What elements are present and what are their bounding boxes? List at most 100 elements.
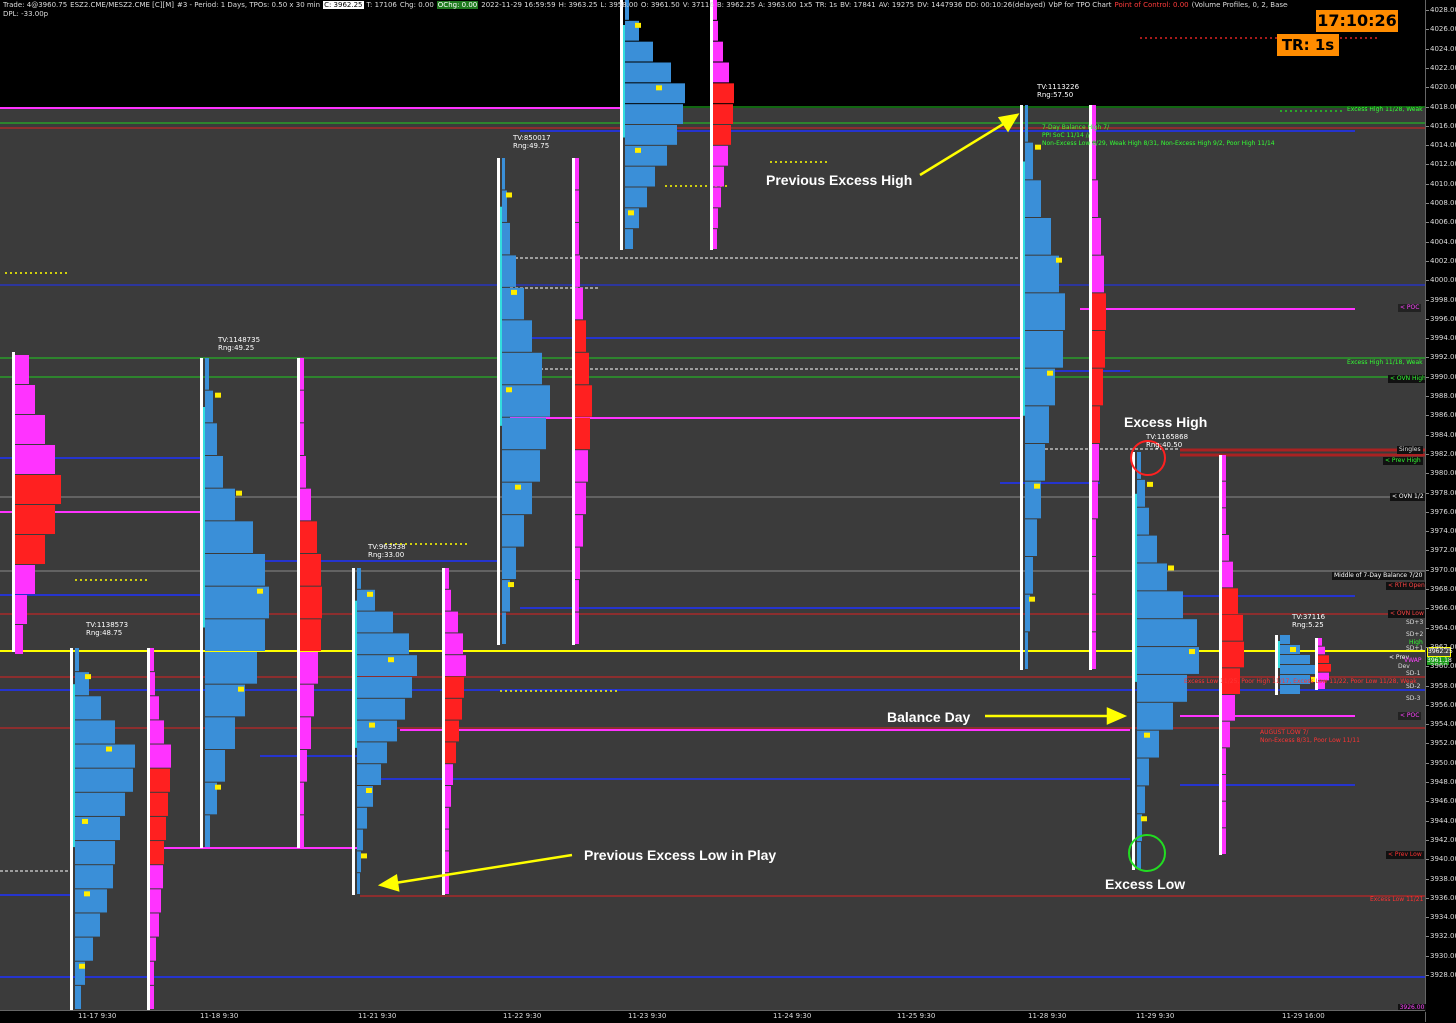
price-tick-label: 3944.00 [1430,816,1456,825]
label-sd3: SD+3 [1406,619,1424,626]
header-field: H: 3963.25 [558,1,598,9]
time-tick-label: 11-29 16:00 [1282,1012,1325,1020]
profile-stats-1129-evening: TV:37116 Rng:5.25 [1292,613,1326,629]
price-tick-label: 3994.00 [1430,334,1456,343]
tpo-chart-window: Trade: 4@3960.75 ESZ2.CME/MESZ2.CME [C][M… [0,0,1456,1023]
label-sd1: SD+1 [1406,645,1424,652]
time-tick-label: 11-22 9:30 [503,1012,542,1020]
price-tick-label: 3980.00 [1430,469,1456,478]
time-tick-label: 11-24 9:30 [773,1012,812,1020]
price-tick-label: 4002.00 [1430,256,1456,265]
price-tick-label: 3998.00 [1430,295,1456,304]
header-field: BV: 17841 [840,1,876,9]
label-middle-balance: Middle of 7-Day Balance 7/20 [1332,572,1425,580]
header-field: T: 17106 [366,1,397,9]
price-tick-label: 4004.00 [1430,237,1456,246]
label-excess-high-1128: Excess High 11/28, Weak [1347,106,1423,113]
price-tick-label: 3950.00 [1430,758,1456,767]
price-axis[interactable]: 3962.25 3961.18 3926.00 4028.004026.0040… [1398,0,1456,1022]
price-tick-label: 3932.00 [1430,932,1456,941]
label-ovn-high: < OVN High [1388,375,1428,383]
excess-low-annotation: Excess Low [1105,876,1186,892]
excess-high-annotation: Excess High [1124,414,1208,430]
header-field: Chg: 0.00 [399,1,434,9]
header-field: 1x5 [799,1,813,9]
profile-stats-1118: TV:1148735 Rng:49.25 [218,336,261,352]
label-excess-low-line: Excess Low 11/25, Poor High 11/17, Exces… [1184,678,1417,685]
time-tick-label: 11-21 9:30 [358,1012,397,1020]
time-tick-label: 11-17 9:30 [78,1012,117,1020]
time-tick-label: 11-18 9:30 [200,1012,239,1020]
price-tick-label: 4026.00 [1430,25,1456,34]
price-tick-label: 3956.00 [1430,700,1456,709]
chart-header: Trade: 4@3960.75 ESZ2.CME/MESZ2.CME [C][M… [3,1,1288,10]
price-tick-label: 3962.00 [1430,642,1456,651]
header-field: B: 3962.25 [716,1,756,9]
profile-axis [620,0,623,250]
price-tick-label: 4010.00 [1430,179,1456,188]
header-field: DD: 00:10:26(delayed) [965,1,1046,9]
profile-axis [200,358,203,848]
price-tick-label: 3986.00 [1430,411,1456,420]
price-tick-label: 3952.00 [1430,739,1456,748]
price-tick-label: 4016.00 [1430,121,1456,130]
label-august-low: AUGUST LOW 7/ [1260,729,1309,736]
header-field: L: 3958.00 [600,1,638,9]
open-change-badge: OChg: 0.00 [436,1,479,9]
price-tick-label: 3948.00 [1430,778,1456,786]
previous-excess-high-annotation: Previous Excess High [766,172,913,188]
label-prev-low: < Prev Low [1386,851,1424,859]
price-tick-label: 3990.00 [1430,372,1456,381]
profile-stats-1129: TV:1165868 Rng:40.50 [1146,433,1189,449]
price-tick-label: 4000.00 [1430,276,1456,285]
price-tick-label: 3992.00 [1430,353,1456,362]
price-tick-label: 3954.00 [1430,720,1456,729]
label-non-excess-2: Non-Excess 8/31, Poor Low 11/11 [1260,737,1360,744]
header-field: VbP for TPO Chart [1048,1,1112,9]
label-sdm3: SD-3 [1406,695,1421,702]
profile-axis [497,158,500,645]
price-tick-label: 4024.00 [1430,44,1456,53]
label-ppi-soc: PPI SoC 11/14 // [1042,132,1090,139]
price-tick-label: 3928.00 [1430,971,1456,979]
time-tick-label: 11-29 9:30 [1136,1012,1175,1020]
label-singles: Singles [1397,446,1423,454]
price-tick-label: 4006.00 [1430,218,1456,227]
header-field: Point of Control: 0.00 [1114,1,1189,9]
header-field: AV: 19275 [878,1,915,9]
profile-axis [1132,452,1135,870]
price-tick-label: 3978.00 [1430,488,1456,497]
time-axis[interactable]: 11-17 9:30 11-18 9:30 11-21 9:30 11-22 9:30… [0,1010,1425,1023]
price-tick-label: 3930.00 [1430,951,1456,960]
header-field: ESZ2.CME/MESZ2.CME [C][M] [70,1,175,9]
label-non-excess: Non-Excess Low 8/29, Weak High 8/31, Non… [1042,140,1275,147]
label-balance-high: 7-Day Balance High 7/ [1042,124,1110,131]
header-field: 2022-11-29 16:59:59 [481,1,556,9]
price-tick-label: 3964.00 [1430,623,1456,632]
header-field: #3 - Period: 1 Days, TPOs: 0.50 x 30 min [177,1,321,9]
price-tick-label: 4028.00 [1430,6,1456,14]
profile-axis [1275,635,1278,695]
header-field: O: 3961.50 [640,1,680,9]
profile-stats-1122: TV:850017 Rng:49.75 [513,134,551,150]
clock-badge: 17:10:26 [1316,10,1398,32]
tr-badge: TR: 1s [1277,34,1339,56]
header-field: C: 3962.25 [323,1,364,9]
label-poc-lower: < POC [1398,712,1422,720]
price-tick-label: 3966.00 [1430,604,1456,613]
header-field: (Volume Profiles, 0, 2, Based On TPO Cha… [1191,1,1288,9]
price-tick-label: 3968.00 [1430,585,1456,593]
balance-day-annotation: Balance Day [887,709,971,725]
label-rth-open: < RTH Open [1386,582,1427,590]
label-poc-upper: < POC [1398,304,1422,312]
price-tick-label: 4014.00 [1430,141,1456,150]
price-tick-label: 3960.00 [1430,662,1456,671]
price-tick-label: 3982.00 [1430,449,1456,458]
label-vwap: VWAP [1404,657,1422,664]
price-tick-label: 3936.00 [1430,893,1456,902]
price-tick-label: 4022.00 [1430,63,1456,72]
price-tick-label: 3938.00 [1430,874,1456,883]
header-field: A: 3963.00 [758,1,797,9]
price-tick-label: 3940.00 [1430,855,1456,864]
header-field: V: 37116 [682,1,714,9]
